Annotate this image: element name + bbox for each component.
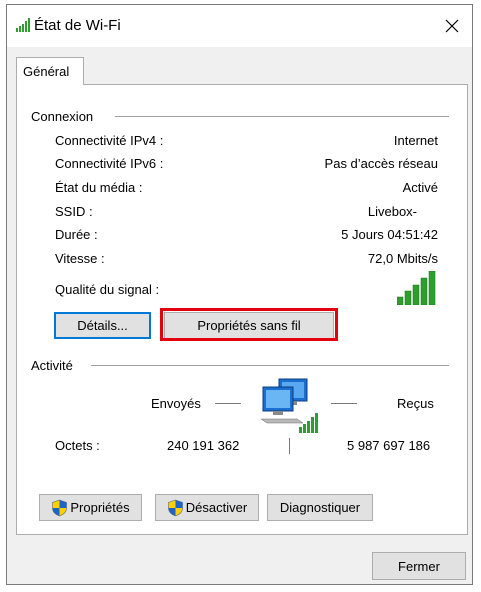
ipv4-label: Connectivité IPv4 : xyxy=(55,133,164,148)
connection-divider xyxy=(115,116,449,117)
properties-button-label: Propriétés xyxy=(70,500,130,515)
details-button[interactable]: Détails... xyxy=(54,312,151,339)
highlight-box xyxy=(160,308,338,341)
received-dash xyxy=(331,403,357,404)
ssid-value: Livebox- xyxy=(367,204,417,219)
bytes-received-value: 5 987 697 186 xyxy=(347,438,431,453)
duration-label: Durée : xyxy=(55,227,98,242)
tab-general[interactable]: Général xyxy=(16,57,84,85)
bytes-sent-value: 240 191 362 xyxy=(167,438,240,453)
ipv6-label: Connectivité IPv6 : xyxy=(55,156,164,171)
wifi-status-dialog: État de Wi-Fi Général Connexion Connecti… xyxy=(6,4,473,585)
window-title: État de Wi-Fi xyxy=(34,17,121,34)
duration-value: 5 Jours 04:51:42 xyxy=(341,227,438,242)
activity-divider xyxy=(91,365,449,366)
signal-strength-icon xyxy=(396,270,437,308)
ipv6-value: Pas d’accès réseau xyxy=(324,156,438,171)
connection-group-label: Connexion xyxy=(31,109,94,124)
network-computers-icon xyxy=(257,375,323,440)
disable-button-label: Désactiver xyxy=(185,500,248,515)
ipv4-value: Internet xyxy=(393,133,438,148)
general-panel: Connexion Connectivité IPv4 : Internet C… xyxy=(16,84,468,535)
media-state-label: État du média : xyxy=(55,180,143,195)
close-window-button[interactable] xyxy=(432,5,472,47)
title-bar: État de Wi-Fi xyxy=(7,5,472,47)
signal-quality-label: Qualité du signal : xyxy=(55,282,160,297)
sent-dash xyxy=(215,403,241,404)
shield-icon xyxy=(167,499,183,516)
speed-label: Vitesse : xyxy=(55,251,105,266)
received-label: Reçus xyxy=(397,396,434,411)
wifi-signal-icon xyxy=(16,18,32,35)
properties-button[interactable]: Propriétés xyxy=(39,494,142,521)
speed-value: 72,0 Mbits/s xyxy=(367,251,438,266)
media-state-value: Activé xyxy=(402,180,438,195)
disable-button[interactable]: Désactiver xyxy=(155,494,259,521)
diagnose-button[interactable]: Diagnostiquer xyxy=(267,494,373,521)
bytes-label: Octets : xyxy=(55,438,100,453)
shield-icon xyxy=(52,499,68,516)
ssid-label: SSID : xyxy=(55,204,93,219)
activity-separator xyxy=(289,438,290,454)
close-button[interactable]: Fermer xyxy=(372,552,466,580)
sent-label: Envoyés xyxy=(151,396,201,411)
activity-group-label: Activité xyxy=(31,358,73,373)
close-icon xyxy=(445,19,459,33)
